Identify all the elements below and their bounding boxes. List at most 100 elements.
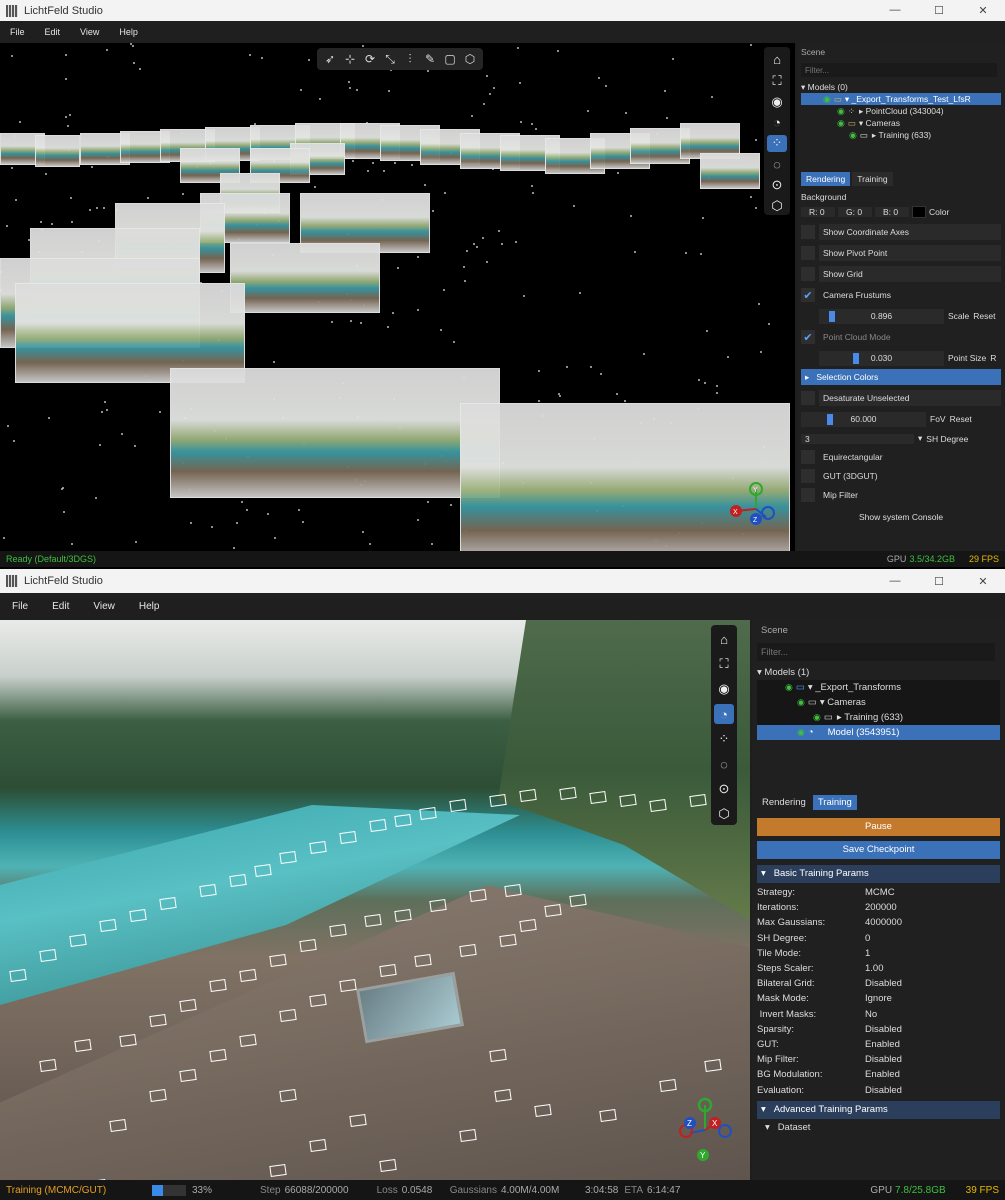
eye-icon[interactable]: ◉ [714, 679, 734, 699]
select-dashed-icon[interactable]: ⊙ [767, 176, 787, 194]
scene-filter[interactable] [801, 63, 997, 77]
save-checkpoint-button[interactable]: Save Checkpoint [757, 841, 1000, 859]
fov-slider[interactable]: 60.000 [801, 411, 926, 427]
select-dashed-icon[interactable]: ⊙ [714, 779, 734, 799]
slider-knob[interactable] [829, 310, 835, 322]
maximize-button[interactable]: ☐ [917, 575, 961, 588]
tree-item-training[interactable]: ◉ ▭ ▸ Training (633) [801, 129, 1001, 141]
eye-icon[interactable]: ◉ [767, 93, 787, 111]
cube-icon[interactable]: ⬡ [767, 197, 787, 215]
checkbox[interactable] [801, 469, 815, 483]
crop-icon[interactable]: ▢ [441, 50, 459, 68]
scene-filter[interactable] [757, 643, 995, 661]
menu-edit[interactable]: Edit [40, 601, 81, 612]
tree-item-export[interactable]: ◉ ▭ ▾ _Export_Transforms [757, 680, 1000, 695]
option-row[interactable]: Equirectangular [801, 448, 1001, 466]
scale-reset[interactable]: Reset [973, 311, 995, 321]
pointer-icon[interactable]: ➶ [321, 50, 339, 68]
close-button[interactable]: ✕ [961, 575, 1005, 588]
close-button[interactable]: ✕ [961, 4, 1005, 17]
tree-item-cameras[interactable]: ◉ ▭ ▾ Cameras [757, 695, 1000, 710]
b-field[interactable]: B: 0 [875, 207, 909, 217]
tab-rendering[interactable]: Rendering [757, 795, 811, 810]
point-size-reset[interactable]: R [990, 353, 996, 363]
cube-icon[interactable]: ⬡ [714, 804, 734, 824]
camera-frustum [700, 153, 760, 189]
option-row[interactable]: Show Pivot Point [801, 244, 1001, 262]
tree-item-cameras[interactable]: ◉ ▭ ▾ Cameras [801, 117, 1001, 129]
menu-file[interactable]: File [0, 601, 40, 612]
dropdown-icon[interactable]: ▾ [918, 433, 922, 444]
cube-icon[interactable]: ⬡ [461, 50, 479, 68]
fov-reset[interactable]: Reset [950, 414, 972, 424]
mirror-icon[interactable]: ⫶ [401, 50, 419, 68]
translate-icon[interactable]: ⊹ [341, 50, 359, 68]
show-console-button[interactable]: Show system Console [801, 512, 1001, 526]
param-row: Steps Scaler: 1.00 [757, 961, 1000, 976]
maximize-button[interactable]: ☐ [917, 4, 961, 17]
option-row[interactable]: ✔ Camera Frustums [801, 286, 1001, 304]
dataset-node[interactable]: ▾ Dataset [757, 1122, 1000, 1133]
viewport-pointcloud[interactable]: ➶ ⊹ ⟳ ⤡ ⫶ ✎ ▢ ⬡ ⌂ ⛶ ◉ ◔ ⁘ ◌ ⊙ ⬡ Y X Z [0, 43, 795, 551]
axis-gizmo[interactable]: Y X Z [726, 479, 786, 539]
color-swatch[interactable] [912, 206, 926, 218]
menu-view[interactable]: View [81, 601, 127, 612]
desaturate-row[interactable]: Desaturate Unselected [801, 389, 1001, 407]
points-icon[interactable]: ⁘ [767, 134, 787, 153]
menu-view[interactable]: View [70, 27, 109, 37]
viewport-scene[interactable]: ⌂ ⛶ ◉ ◔ ⁘ ◌ ⊙ ⬡ Y X Z [0, 620, 750, 1180]
tree-item-model[interactable]: ◉ ◔ Model (3543951) [757, 725, 1000, 740]
splat-icon[interactable]: ◔ [714, 704, 734, 724]
option-row[interactable]: Show Grid [801, 265, 1001, 283]
selection-colors-header[interactable]: ▸ Selection Colors [801, 369, 1001, 385]
brush-icon[interactable]: ✎ [421, 50, 439, 68]
tree-item-training[interactable]: ◉ ▭ ▸ Training (633) [757, 710, 1000, 725]
option-row[interactable]: Show Coordinate Axes [801, 223, 1001, 241]
g-field[interactable]: G: 0 [838, 207, 872, 217]
splat-icon[interactable]: ◔ [767, 114, 787, 132]
tree-item-pointcloud[interactable]: ◉ ⁘ ▸ PointCloud (343004) [801, 105, 1001, 117]
point-cloud-mode-row[interactable]: ✔ Point Cloud Mode [801, 328, 1001, 346]
checkbox[interactable] [801, 488, 815, 502]
axis-gizmo[interactable]: Y X Z [670, 1095, 740, 1165]
basic-params-header[interactable]: ▾ Basic Training Params [757, 865, 1000, 883]
tab-training[interactable]: Training [812, 795, 857, 810]
minimize-button[interactable]: — [873, 4, 917, 17]
points-icon[interactable]: ⁘ [714, 729, 734, 749]
checkbox[interactable] [801, 267, 815, 281]
home-icon[interactable]: ⌂ [714, 629, 734, 649]
slider-knob[interactable] [853, 352, 859, 364]
minimize-button[interactable]: — [873, 575, 917, 588]
select-circle-icon[interactable]: ◌ [714, 754, 734, 774]
home-icon[interactable]: ⌂ [767, 51, 787, 69]
slider-knob[interactable] [827, 413, 833, 425]
checkbox[interactable] [801, 225, 815, 239]
sh-degree-select[interactable]: 3 [801, 433, 914, 444]
menu-help[interactable]: Help [127, 601, 172, 612]
advanced-params-header[interactable]: ▾ Advanced Training Params [757, 1100, 1000, 1119]
param-row: Iterations: 200000 [757, 900, 1000, 915]
tree-item-export[interactable]: ◉ ▭ ▾ _Export_Transforms_Test_LfsR [801, 93, 1001, 105]
menu-help[interactable]: Help [109, 27, 148, 37]
check-icon[interactable]: ✔ [801, 288, 815, 302]
models-node[interactable]: ▾ Models (1) [757, 665, 1000, 680]
pause-button[interactable]: Pause [757, 818, 1000, 836]
tab-rendering[interactable]: Rendering [801, 172, 851, 186]
checkbox[interactable] [801, 391, 815, 405]
select-circle-icon[interactable]: ◌ [767, 155, 787, 173]
menu-edit[interactable]: Edit [35, 27, 71, 37]
rotate-icon[interactable]: ⟳ [361, 50, 379, 68]
menu-file[interactable]: File [0, 27, 35, 37]
checkbox[interactable] [801, 246, 815, 260]
fit-icon[interactable]: ⛶ [767, 72, 787, 90]
models-node[interactable]: ▾ Models (0) [801, 81, 1001, 93]
scale-slider[interactable]: 0.896 [819, 308, 944, 324]
option-row[interactable]: GUT (3DGUT) [801, 467, 1001, 485]
tab-training[interactable]: Training [852, 172, 893, 186]
fit-icon[interactable]: ⛶ [714, 654, 734, 674]
point-size-slider[interactable]: 0.030 [819, 350, 944, 366]
r-field[interactable]: R: 0 [801, 207, 835, 217]
checkbox[interactable] [801, 450, 815, 464]
scale-icon[interactable]: ⤡ [381, 50, 399, 68]
option-row[interactable]: Mip Filter [801, 486, 1001, 504]
